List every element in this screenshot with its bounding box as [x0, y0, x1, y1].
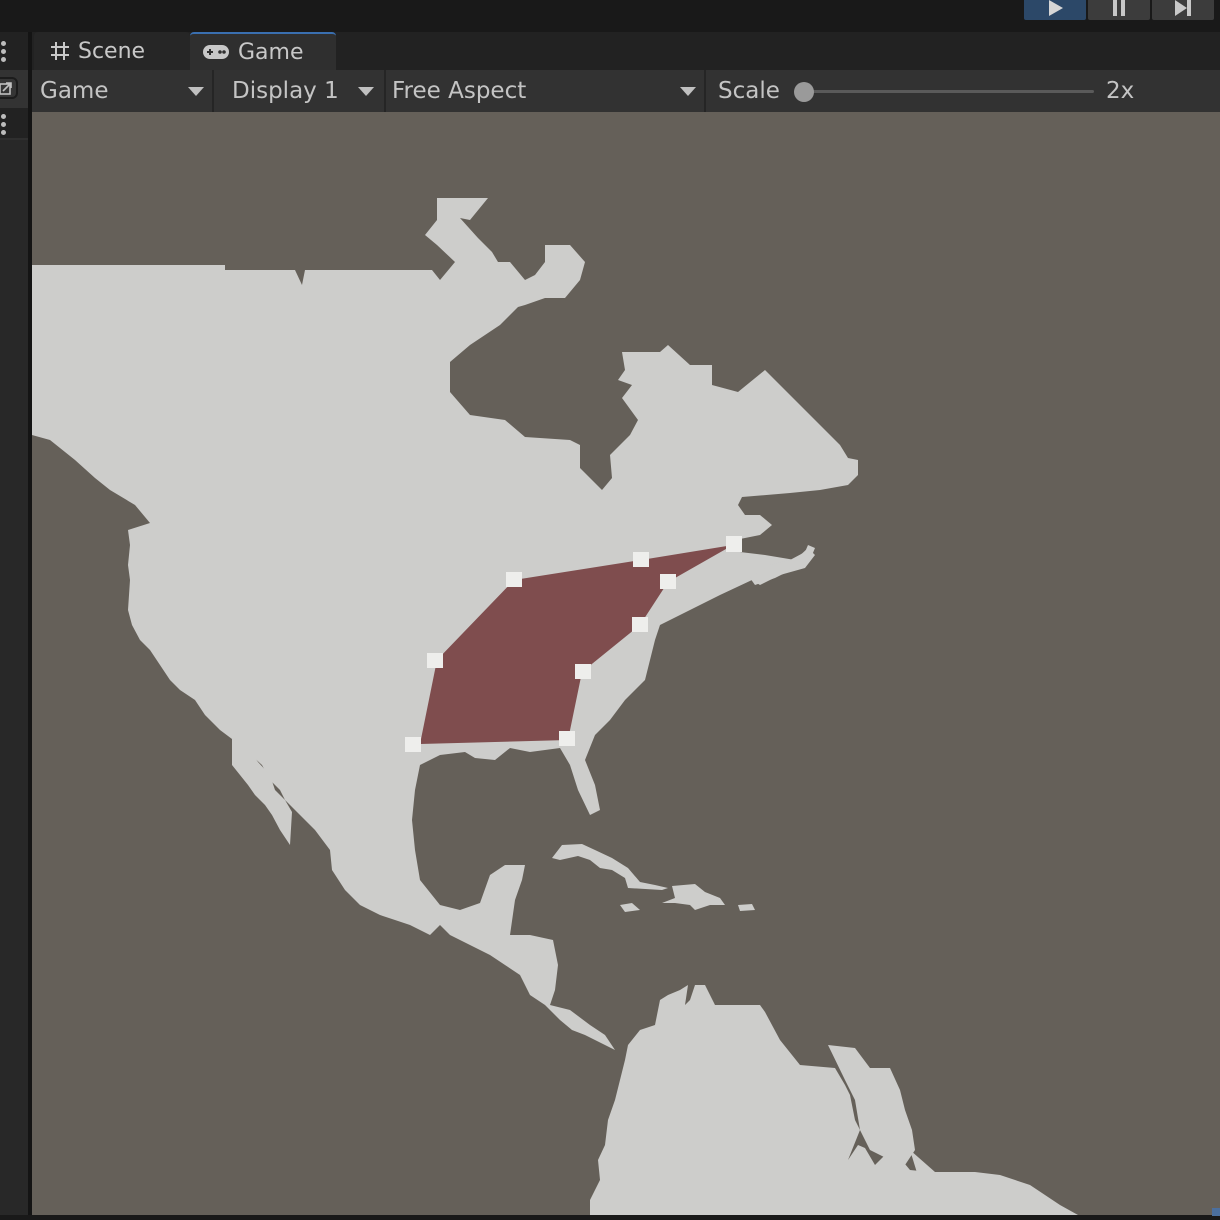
left-panel-tab-area: [0, 32, 28, 70]
aspect-dropdown[interactable]: Free Aspect: [386, 70, 704, 112]
chevron-down-icon: [188, 87, 204, 96]
left-panel-toolbar: [0, 70, 28, 108]
chevron-down-icon: [680, 87, 696, 96]
left-panel-strip: [0, 32, 28, 1220]
tab-bar: Scene Game: [32, 32, 1220, 70]
scale-value-text: 2x: [1106, 78, 1135, 104]
bottom-border: [0, 1215, 1220, 1220]
landmass-jamaica: [620, 903, 640, 912]
maximize-button[interactable]: [0, 77, 18, 99]
scale-label-text: Scale: [718, 78, 780, 104]
chevron-down-icon: [358, 87, 374, 96]
landmass-puerto-rico: [738, 904, 755, 911]
scale-slider-track[interactable]: [802, 90, 1094, 93]
game-viewport[interactable]: [32, 112, 1220, 1215]
external-link-icon: [0, 82, 12, 95]
tab-scene[interactable]: Scene: [34, 32, 190, 70]
region-vertex-handle: [405, 737, 421, 752]
left-panel-options: [0, 108, 28, 140]
gamepad-icon: [202, 43, 230, 61]
tab-game[interactable]: Game: [190, 32, 336, 70]
pause-icon: [1113, 0, 1125, 16]
landmass-hispaniola: [662, 884, 725, 910]
region-vertex-handle: [506, 572, 522, 587]
landmass-north-america: [32, 198, 858, 1050]
tab-label: Game: [238, 39, 304, 65]
view-mode-value: Game: [40, 78, 109, 104]
resize-corner[interactable]: [1212, 1208, 1220, 1216]
game-view-toolbar: Game Display 1 Free Aspect Scale 2x: [32, 70, 1220, 113]
pause-button[interactable]: [1088, 0, 1150, 20]
landmass-cuba: [552, 844, 668, 890]
scale-value: 2x: [1106, 70, 1166, 112]
step-button[interactable]: [1152, 0, 1214, 20]
region-vertex-handle: [559, 731, 575, 746]
kebab-menu-icon[interactable]: [1, 41, 7, 62]
display-value: Display 1: [232, 78, 339, 104]
landmass-south-america-east: [910, 1150, 1078, 1215]
tab-label: Scene: [78, 38, 146, 64]
region-vertex-handle: [632, 617, 648, 632]
region-vertex-handle: [575, 664, 591, 679]
display-dropdown[interactable]: Display 1: [214, 70, 384, 112]
region-vertex-handle: [726, 536, 742, 552]
region-vertex-handle: [660, 574, 676, 589]
editor-top-bar: [0, 0, 1220, 32]
step-icon: [1175, 0, 1191, 16]
kebab-menu-icon[interactable]: [1, 114, 7, 135]
region-vertex-handle: [427, 653, 443, 668]
map-canvas: [32, 198, 1078, 1215]
region-vertex-handle: [633, 552, 649, 567]
scale-slider-thumb[interactable]: [794, 82, 814, 102]
aspect-value: Free Aspect: [392, 78, 527, 104]
play-icon: [1049, 0, 1063, 16]
grid-hash-icon: [50, 41, 70, 61]
toolbar-divider: [704, 70, 706, 112]
view-mode-dropdown[interactable]: Game: [32, 70, 212, 112]
scale-label: Scale: [718, 70, 798, 112]
play-button[interactable]: [1024, 0, 1086, 20]
